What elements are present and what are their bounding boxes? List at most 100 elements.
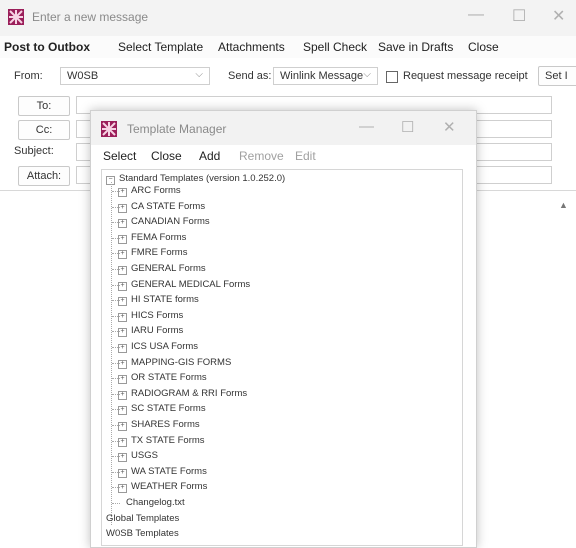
tree-node-label: CA STATE Forms [131,200,206,212]
tree-root-global-templates[interactable]: Global Templates [106,513,179,524]
from-value: W0SB [67,70,99,82]
tree-node-template-folder[interactable]: + HI STATE forms [118,294,199,307]
tree-node-label: HI STATE forms [131,294,199,306]
tree-node-template-folder[interactable]: + USGS [118,450,158,463]
expand-icon[interactable]: + [118,453,127,463]
expand-icon[interactable]: + [118,234,127,244]
tm-menu-select[interactable]: Select [103,149,136,163]
tree-node-label: Standard Templates (version 1.0.252.0) [119,173,286,184]
tree-node-label: TX STATE Forms [131,434,205,446]
tree-node-template-folder[interactable]: + OR STATE Forms [118,372,207,385]
maximize-icon[interactable]: ☐ [401,118,414,136]
expand-icon[interactable]: + [118,344,127,353]
tree-node-label: WA STATE Forms [131,465,207,477]
chevron-down-icon: ⌵ [195,69,203,80]
attach-button[interactable]: Attach: [18,166,70,186]
expand-icon[interactable]: + [118,359,127,369]
tm-menu-edit[interactable]: Edit [295,149,316,163]
expand-icon[interactable]: + [118,468,127,478]
close-icon[interactable]: ✕ [552,6,565,26]
tm-menu-remove[interactable]: Remove [239,149,284,163]
expand-icon[interactable]: + [118,250,127,260]
tm-menu-add[interactable]: Add [199,149,220,163]
expand-icon[interactable]: + [118,281,127,291]
tree-node-label: MAPPING-GIS FORMS [131,356,232,368]
tree-node-template-folder[interactable]: + ICS USA Forms [118,341,198,353]
tree-node-template-folder[interactable]: + CANADIAN Forms [118,216,210,229]
menu-attachments[interactable]: Attachments [218,40,285,54]
menu-spell-check[interactable]: Spell Check [303,40,367,54]
tree-connector-line [111,182,112,525]
tree-node-label: ICS USA Forms [131,341,199,352]
tree-node-template-folder[interactable]: + TX STATE Forms [118,435,205,447]
tree-node-template-folder[interactable]: + ARC Forms [118,185,181,197]
minimize-icon[interactable]: — [468,6,484,24]
expand-icon[interactable]: + [118,203,127,213]
send-as-value: Winlink Message [280,70,364,82]
expand-icon[interactable]: + [118,375,127,385]
send-as-select[interactable]: Winlink Message ⌵ [273,67,378,85]
expand-icon[interactable]: + [118,328,127,338]
expand-icon[interactable]: + [118,266,127,275]
template-manager-dialog: Template Manager — ☐ ✕ Select Close Add … [90,110,477,548]
tree-node-template-folder[interactable]: + MAPPING-GIS FORMS [118,357,231,369]
tree-node-template-folder[interactable]: + SHARES Forms [118,419,200,431]
tree-node-template-folder[interactable]: + GENERAL Forms [118,263,206,275]
expand-icon[interactable]: + [118,484,127,494]
chevron-down-icon: ⌵ [363,69,371,80]
expand-icon[interactable]: + [118,406,127,416]
tree-node-label: IARU Forms [131,325,184,337]
tree-node-label: SC STATE Forms [131,403,206,415]
expand-icon[interactable]: + [118,390,127,400]
tm-menu-close[interactable]: Close [151,149,182,163]
tree-node-changelog[interactable]: Changelog.txt [126,497,185,508]
tree-node-label: GENERAL Forms [131,263,206,274]
tree-node-template-folder[interactable]: + HICS Forms [118,310,183,322]
menu-close[interactable]: Close [468,40,499,54]
tree-node-template-folder[interactable]: + GENERAL MEDICAL Forms [118,279,250,291]
expand-icon[interactable]: + [118,219,127,229]
minimize-icon[interactable]: — [359,118,374,135]
tree-node-template-folder[interactable]: + CA STATE Forms [118,201,205,213]
set-button[interactable]: Set I [538,66,576,86]
tree-node-template-folder[interactable]: + RADIOGRAM & RRI Forms [118,388,247,400]
scroll-up-icon[interactable]: ▲ [559,200,568,210]
expand-icon[interactable]: + [118,188,127,197]
close-icon[interactable]: ✕ [443,118,456,136]
tree-node-template-folder[interactable]: + IARU Forms [118,325,184,338]
expand-icon[interactable]: + [118,437,127,447]
tree-node-template-folder[interactable]: + WA STATE Forms [118,466,207,478]
tree-node-template-folder[interactable]: + SC STATE Forms [118,403,206,416]
tree-root-standard-templates[interactable]: − Standard Templates (version 1.0.252.0) [106,173,285,185]
from-label: From: [14,70,43,82]
expand-icon[interactable]: + [118,422,127,431]
send-as-label: Send as: [228,70,272,82]
tree-node-label: USGS [131,450,158,462]
tree-node-label: SHARES Forms [131,419,200,430]
tree-node-label: WEATHER Forms [131,481,208,493]
tree-node-label: ARC Forms [131,185,181,196]
tree-node-template-folder[interactable]: + WEATHER Forms [118,481,208,494]
winlink-app-icon [8,9,24,25]
compose-title: Enter a new message [32,10,149,24]
tree-root-user-templates[interactable]: W0SB Templates [106,528,179,539]
menu-save-in-drafts[interactable]: Save in Drafts [378,40,453,54]
expand-icon[interactable]: + [118,297,127,307]
tree-node-template-folder[interactable]: + FEMA Forms [118,232,186,244]
tree-node-label: FMRE Forms [131,247,188,259]
to-button[interactable]: To: [18,96,70,116]
template-manager-title-bar: Template Manager — ☐ ✕ [91,111,476,145]
from-select[interactable]: W0SB ⌵ [60,67,210,85]
menu-post-to-outbox[interactable]: Post to Outbox [4,40,90,54]
maximize-icon[interactable]: ☐ [512,6,526,26]
tree-node-label: HICS Forms [131,309,184,321]
winlink-app-icon [101,121,117,137]
tree-node-template-folder[interactable]: + FMRE Forms [118,247,188,260]
template-tree[interactable]: − Standard Templates (version 1.0.252.0) … [101,169,463,546]
menu-select-template[interactable]: Select Template [118,40,203,54]
expand-icon[interactable]: + [118,312,127,322]
cc-button[interactable]: Cc: [18,120,70,140]
template-manager-menu: Select Close Add Remove Edit [91,145,476,167]
subject-label: Subject: [14,145,54,157]
request-receipt-checkbox[interactable] [386,71,398,83]
